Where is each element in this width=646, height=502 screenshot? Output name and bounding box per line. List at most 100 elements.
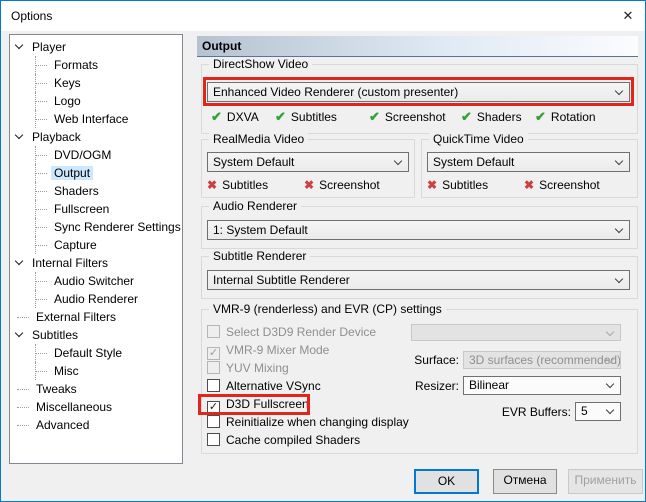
chevron-down-icon[interactable] <box>15 41 23 49</box>
cross-icon: ✖ <box>524 178 534 192</box>
quicktime-feature-row: ✖Subtitles✖Screenshot <box>427 177 632 194</box>
d3d-fullscreen-checkbox[interactable]: ✓D3D Fullscreen <box>207 395 407 413</box>
sidebar-item-keys[interactable]: Keys <box>10 74 182 92</box>
sidebar-item-formats[interactable]: Formats <box>10 56 182 74</box>
vmr-9-mixer-mode-checkbox: ✓VMR-9 Mixer Mode <box>207 341 407 359</box>
sidebar-item-label: Misc <box>51 364 82 378</box>
checkbox-label: Cache compiled Shaders <box>226 433 360 447</box>
feature-subtitles: ✖Subtitles <box>427 177 524 194</box>
directshow-renderer-value: Enhanced Video Renderer (custom presente… <box>213 85 458 99</box>
sidebar-item-label: Tweaks <box>33 382 80 396</box>
resizer-value: Bilinear <box>469 378 509 392</box>
subtitle-renderer-dropdown[interactable]: Internal Subtitle Renderer <box>207 270 630 290</box>
unchecked-checkbox-icon[interactable] <box>207 433 220 446</box>
sidebar-item-internal-filters[interactable]: Internal Filters <box>10 254 182 272</box>
sidebar-item-label: Internal Filters <box>29 256 111 270</box>
sidebar-item-web-interface[interactable]: Web Interface <box>10 110 182 128</box>
sidebar-item-capture[interactable]: Capture <box>10 236 182 254</box>
close-icon[interactable]: ✕ <box>613 2 643 30</box>
feature-label: Subtitles <box>222 178 268 192</box>
sidebar-item-audio-switcher[interactable]: Audio Switcher <box>10 272 182 290</box>
realmedia-feature-row: ✖Subtitles✖Screenshot <box>207 177 412 194</box>
feature-dxva: ✔DXVA <box>211 108 275 126</box>
sidebar-item-advanced[interactable]: Advanced <box>10 416 182 434</box>
chevron-down-icon <box>615 225 623 233</box>
feature-label: Screenshot <box>319 178 380 192</box>
cache-compiled-shaders-checkbox[interactable]: Cache compiled Shaders <box>207 431 407 449</box>
feature-label: DXVA <box>227 110 259 124</box>
feature-label: Rotation <box>551 110 596 124</box>
unchecked-checkbox-icon[interactable] <box>207 415 220 428</box>
sidebar-item-logo[interactable]: Logo <box>10 92 182 110</box>
feature-subtitles: ✖Subtitles <box>207 177 304 194</box>
resizer-dropdown[interactable]: Bilinear <box>463 376 621 395</box>
sidebar-item-shaders[interactable]: Shaders <box>10 182 182 200</box>
page-title: Output <box>197 36 638 57</box>
sidebar-item-default-style[interactable]: Default Style <box>10 344 182 362</box>
directshow-renderer-dropdown[interactable]: Enhanced Video Renderer (custom presente… <box>207 82 630 102</box>
chevron-down-icon <box>606 328 614 336</box>
sidebar-item-audio-renderer[interactable]: Audio Renderer <box>10 290 182 308</box>
chevron-down-icon[interactable] <box>15 257 23 265</box>
audio-renderer-group-label: Audio Renderer <box>209 199 301 213</box>
ok-button[interactable]: OK <box>414 469 479 494</box>
directshow-feature-row: ✔DXVA✔Subtitles✔Screenshot✔Shaders✔Rotat… <box>211 108 631 125</box>
tree-connector <box>35 119 47 120</box>
checkbox-label: D3D Fullscreen <box>226 397 309 411</box>
sidebar-item-label: Output <box>51 166 93 180</box>
sidebar-item-tweaks[interactable]: Tweaks <box>10 380 182 398</box>
check-icon: ✔ <box>461 109 472 124</box>
options-tree: Player Formats Keys Logo Web Interface Playba… <box>9 34 183 464</box>
vmr9-checkbox-list: Select D3D9 Render Device✓VMR-9 Mixer Mo… <box>207 323 407 449</box>
sidebar-item-label: Advanced <box>33 418 92 432</box>
chevron-down-icon <box>615 275 623 283</box>
chevron-down-icon[interactable] <box>15 329 23 337</box>
unchecked-checkbox-icon[interactable] <box>207 379 220 392</box>
surface-label: Surface: <box>405 352 459 369</box>
cancel-button[interactable]: Отмена <box>493 469 557 494</box>
check-icon: ✔ <box>275 109 286 124</box>
sidebar-item-label: Miscellaneous <box>33 400 115 414</box>
sidebar-item-miscellaneous[interactable]: Miscellaneous <box>10 398 182 416</box>
evr-buffers-dropdown[interactable]: 5 <box>575 402 621 421</box>
sidebar-item-label: Logo <box>51 94 84 108</box>
check-icon: ✔ <box>535 109 546 124</box>
tree-connector <box>35 101 47 102</box>
sidebar-item-output[interactable]: Output <box>10 164 182 182</box>
sidebar-item-label: Playback <box>29 130 84 144</box>
sidebar-item-sync-renderer-settings[interactable]: Sync Renderer Settings <box>10 218 182 236</box>
sidebar-item-external-filters[interactable]: External Filters <box>10 308 182 326</box>
sidebar-item-subtitles[interactable]: Subtitles <box>10 326 182 344</box>
quicktime-renderer-dropdown[interactable]: System Default <box>427 152 630 172</box>
surface-dropdown: 3D surfaces (recommended) <box>463 351 621 369</box>
sidebar-item-fullscreen[interactable]: Fullscreen <box>10 200 182 218</box>
sidebar-item-playback[interactable]: Playback <box>10 128 182 146</box>
feature-label: Screenshot <box>385 110 446 124</box>
chevron-down-icon <box>606 380 614 388</box>
chevron-down-icon[interactable] <box>15 131 23 139</box>
alternative-vsync-checkbox[interactable]: Alternative VSync <box>207 377 407 395</box>
reinitialize-when-changing-display-checkbox[interactable]: Reinitialize when changing display <box>207 413 407 431</box>
check-icon: ✔ <box>369 109 380 124</box>
options-dialog: Options ✕ PlayerFormatsKeysLogoWeb Inter… <box>0 0 646 502</box>
sidebar-item-label: Player <box>29 40 69 54</box>
sidebar-item-label: Fullscreen <box>51 202 112 216</box>
tree-connector <box>35 191 47 192</box>
sidebar-item-label: Formats <box>51 58 101 72</box>
tree-connector <box>35 209 47 210</box>
vmr9-evr-group-label: VMR-9 (renderless) and EVR (CP) settings <box>209 302 446 316</box>
realmedia-video-group-label: RealMedia Video <box>209 132 308 146</box>
sidebar-item-label: Subtitles <box>29 328 81 342</box>
realmedia-renderer-dropdown[interactable]: System Default <box>207 152 409 172</box>
audio-renderer-dropdown[interactable]: 1: System Default <box>207 220 630 240</box>
audio-renderer-value: 1: System Default <box>213 223 308 237</box>
cross-icon: ✖ <box>427 178 437 192</box>
tree-connector <box>35 155 47 156</box>
sidebar-item-player[interactable]: Player <box>10 38 182 56</box>
sidebar-item-dvd-ogm[interactable]: DVD/OGM <box>10 146 182 164</box>
sidebar-item-misc[interactable]: Misc <box>10 362 182 380</box>
surface-value: 3D surfaces (recommended) <box>469 353 621 367</box>
apply-button: Применить <box>568 469 643 494</box>
yuv-mixing-checkbox: YUV Mixing <box>207 359 407 377</box>
tree-connector <box>17 425 29 426</box>
